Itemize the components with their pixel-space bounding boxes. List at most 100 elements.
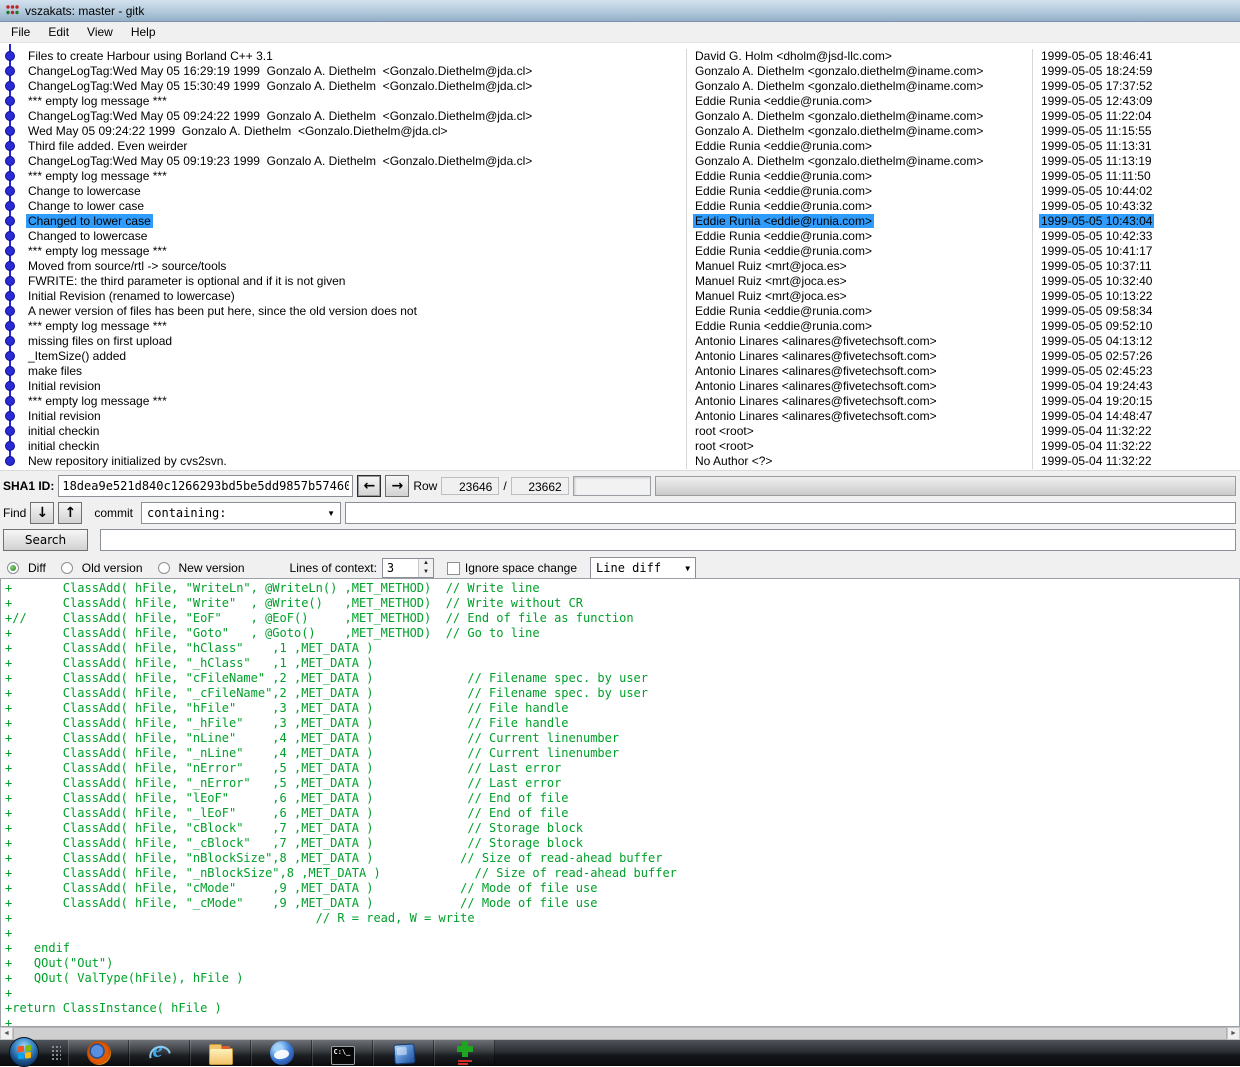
- search-input[interactable]: [100, 529, 1236, 551]
- commit-list[interactable]: Files to create Harbour using Borland C+…: [0, 44, 1240, 470]
- commit-date: 1999-05-05 10:43:04: [1032, 214, 1240, 229]
- forward-button[interactable]: →: [385, 475, 409, 497]
- commit-date: 1999-05-05 10:44:02: [1032, 184, 1240, 199]
- graph-cell: [0, 199, 22, 214]
- commit-row[interactable]: Wed May 05 09:24:22 1999 Gonzalo A. Diet…: [0, 124, 1240, 139]
- commit-author: Eddie Runia <eddie@runia.com>: [686, 184, 1032, 199]
- commit-row[interactable]: ChangeLogTag:Wed May 05 09:24:22 1999 Go…: [0, 109, 1240, 124]
- commit-node-icon: [5, 246, 15, 256]
- diff-tool-icon: [453, 1041, 477, 1065]
- commit-row[interactable]: New repository initialized by cvs2svn.No…: [0, 454, 1240, 469]
- command-prompt-button[interactable]: [312, 1040, 373, 1066]
- internet-explorer-button[interactable]: [129, 1040, 190, 1066]
- display-button[interactable]: [373, 1040, 434, 1066]
- commit-row[interactable]: initial checkinroot <root>1999-05-04 11:…: [0, 439, 1240, 454]
- graph-cell: [0, 214, 22, 229]
- menu-help[interactable]: Help: [122, 23, 165, 41]
- commit-row[interactable]: ChangeLogTag:Wed May 05 16:29:19 1999 Go…: [0, 64, 1240, 79]
- diff-view[interactable]: + ClassAdd( hFile, "WriteLn", @WriteLn()…: [0, 578, 1240, 1027]
- scrollbar-thumb[interactable]: [13, 1027, 1227, 1040]
- old-version-radio[interactable]: [61, 562, 73, 574]
- commit-row[interactable]: Changed to lowercaseEddie Runia <eddie@r…: [0, 229, 1240, 244]
- commit-row[interactable]: *** empty log message ***Eddie Runia <ed…: [0, 169, 1240, 184]
- commit-row[interactable]: Changed to lower caseEddie Runia <eddie@…: [0, 214, 1240, 229]
- commit-row[interactable]: Moved from source/rtl -> source/toolsMan…: [0, 259, 1240, 274]
- menu-edit[interactable]: Edit: [39, 23, 78, 41]
- title-bar[interactable]: vszakats: master - gitk: [0, 0, 1240, 22]
- commit-row[interactable]: Third file added. Even weirderEddie Runi…: [0, 139, 1240, 154]
- spinner-buttons[interactable]: ▲ ▼: [418, 559, 433, 577]
- commit-row[interactable]: Files to create Harbour using Borland C+…: [0, 49, 1240, 64]
- horizontal-scrollbar[interactable]: ◄ ►: [0, 1027, 1240, 1040]
- find-mode-dropdown[interactable]: containing: ▼: [141, 502, 341, 524]
- commit-row[interactable]: Change to lower caseEddie Runia <eddie@r…: [0, 199, 1240, 214]
- commit-author: No Author <?>: [686, 454, 1032, 469]
- commit-node-icon: [5, 96, 15, 106]
- menu-view[interactable]: View: [78, 23, 122, 41]
- commit-row[interactable]: FWRITE: the third parameter is optional …: [0, 274, 1240, 289]
- diff-line: + // R = read, W = write: [5, 911, 1239, 926]
- commit-row[interactable]: A newer version of files has been put he…: [0, 304, 1240, 319]
- commit-row[interactable]: *** empty log message ***Eddie Runia <ed…: [0, 319, 1240, 334]
- commit-node-icon: [5, 201, 15, 211]
- commit-node-icon: [5, 141, 15, 151]
- commit-author: Eddie Runia <eddie@runia.com>: [686, 169, 1032, 184]
- menu-file[interactable]: File: [2, 23, 39, 41]
- commit-message: Change to lowercase: [22, 184, 686, 199]
- taskbar-grip[interactable]: [51, 1045, 61, 1061]
- commit-date: 1999-05-04 11:32:22: [1032, 439, 1240, 454]
- lines-of-context-spinner[interactable]: 3 ▲ ▼: [382, 558, 434, 578]
- row-current-value: 23646: [441, 477, 499, 495]
- commit-node-icon: [5, 51, 15, 61]
- windows-explorer-button[interactable]: [190, 1040, 251, 1066]
- sha1-extra-field: [573, 476, 651, 496]
- commit-row[interactable]: initial checkinroot <root>1999-05-04 11:…: [0, 424, 1240, 439]
- sha1-input[interactable]: [58, 475, 353, 497]
- internet-explorer-icon: [148, 1041, 172, 1065]
- commit-row[interactable]: ChangeLogTag:Wed May 05 15:30:49 1999 Go…: [0, 79, 1240, 94]
- find-input[interactable]: [345, 502, 1236, 524]
- commit-row[interactable]: ChangeLogTag:Wed May 05 09:19:23 1999 Go…: [0, 154, 1240, 169]
- commit-message: Wed May 05 09:24:22 1999 Gonzalo A. Diet…: [22, 124, 686, 139]
- commit-row[interactable]: Change to lowercaseEddie Runia <eddie@ru…: [0, 184, 1240, 199]
- ignore-space-checkbox[interactable]: [447, 562, 460, 575]
- commit-row[interactable]: Initial revisionAntonio Linares <alinare…: [0, 379, 1240, 394]
- commit-message: ChangeLogTag:Wed May 05 09:19:23 1999 Go…: [22, 154, 686, 169]
- commit-row[interactable]: Initial Revision (renamed to lowercase)M…: [0, 289, 1240, 304]
- commit-message: Moved from source/rtl -> source/tools: [22, 259, 686, 274]
- commit-row[interactable]: *** empty log message ***Eddie Runia <ed…: [0, 244, 1240, 259]
- commit-row[interactable]: missing files on first uploadAntonio Lin…: [0, 334, 1240, 349]
- commit-row[interactable]: *** empty log message ***Eddie Runia <ed…: [0, 94, 1240, 109]
- firefox-button[interactable]: [68, 1040, 129, 1066]
- scroll-right-icon[interactable]: ►: [1227, 1027, 1240, 1040]
- graph-cell: [0, 184, 22, 199]
- graph-cell: [0, 94, 22, 109]
- commit-row[interactable]: _ItemSize() addedAntonio Linares <alinar…: [0, 349, 1240, 364]
- thunderbird-button[interactable]: [251, 1040, 312, 1066]
- diff-radio-label: Diff: [28, 561, 46, 575]
- windows-start-button[interactable]: [9, 1037, 39, 1067]
- search-button[interactable]: Search: [3, 529, 88, 551]
- diff-line: +: [5, 1016, 1239, 1027]
- commit-row[interactable]: *** empty log message ***Antonio Linares…: [0, 394, 1240, 409]
- back-button[interactable]: ←: [357, 475, 381, 497]
- up-arrow-icon: ↑: [64, 505, 76, 521]
- graph-cell: [0, 289, 22, 304]
- sha1-bar: SHA1 ID: ← → Row 23646 / 23662: [0, 475, 1240, 497]
- diff-tool-button[interactable]: [434, 1040, 495, 1066]
- commit-message: Change to lower case: [22, 199, 686, 214]
- scroll-left-icon[interactable]: ◄: [0, 1027, 13, 1040]
- new-version-radio[interactable]: [158, 562, 170, 574]
- find-next-button[interactable]: ↓: [30, 502, 54, 524]
- commit-row[interactable]: make filesAntonio Linares <alinares@five…: [0, 364, 1240, 379]
- windows-explorer-icon: [209, 1048, 233, 1065]
- find-prev-button[interactable]: ↑: [58, 502, 82, 524]
- commit-author: Gonzalo A. Diethelm <gonzalo.diethelm@in…: [686, 124, 1032, 139]
- diff-mode-dropdown[interactable]: Line diff ▼: [590, 557, 696, 579]
- diff-radio[interactable]: [7, 562, 19, 574]
- commit-message: Third file added. Even weirder: [22, 139, 686, 154]
- commit-date: 1999-05-05 11:11:50: [1032, 169, 1240, 184]
- commit-row[interactable]: Initial revisionAntonio Linares <alinare…: [0, 409, 1240, 424]
- commit-message: missing files on first upload: [22, 334, 686, 349]
- graph-cell: [0, 319, 22, 334]
